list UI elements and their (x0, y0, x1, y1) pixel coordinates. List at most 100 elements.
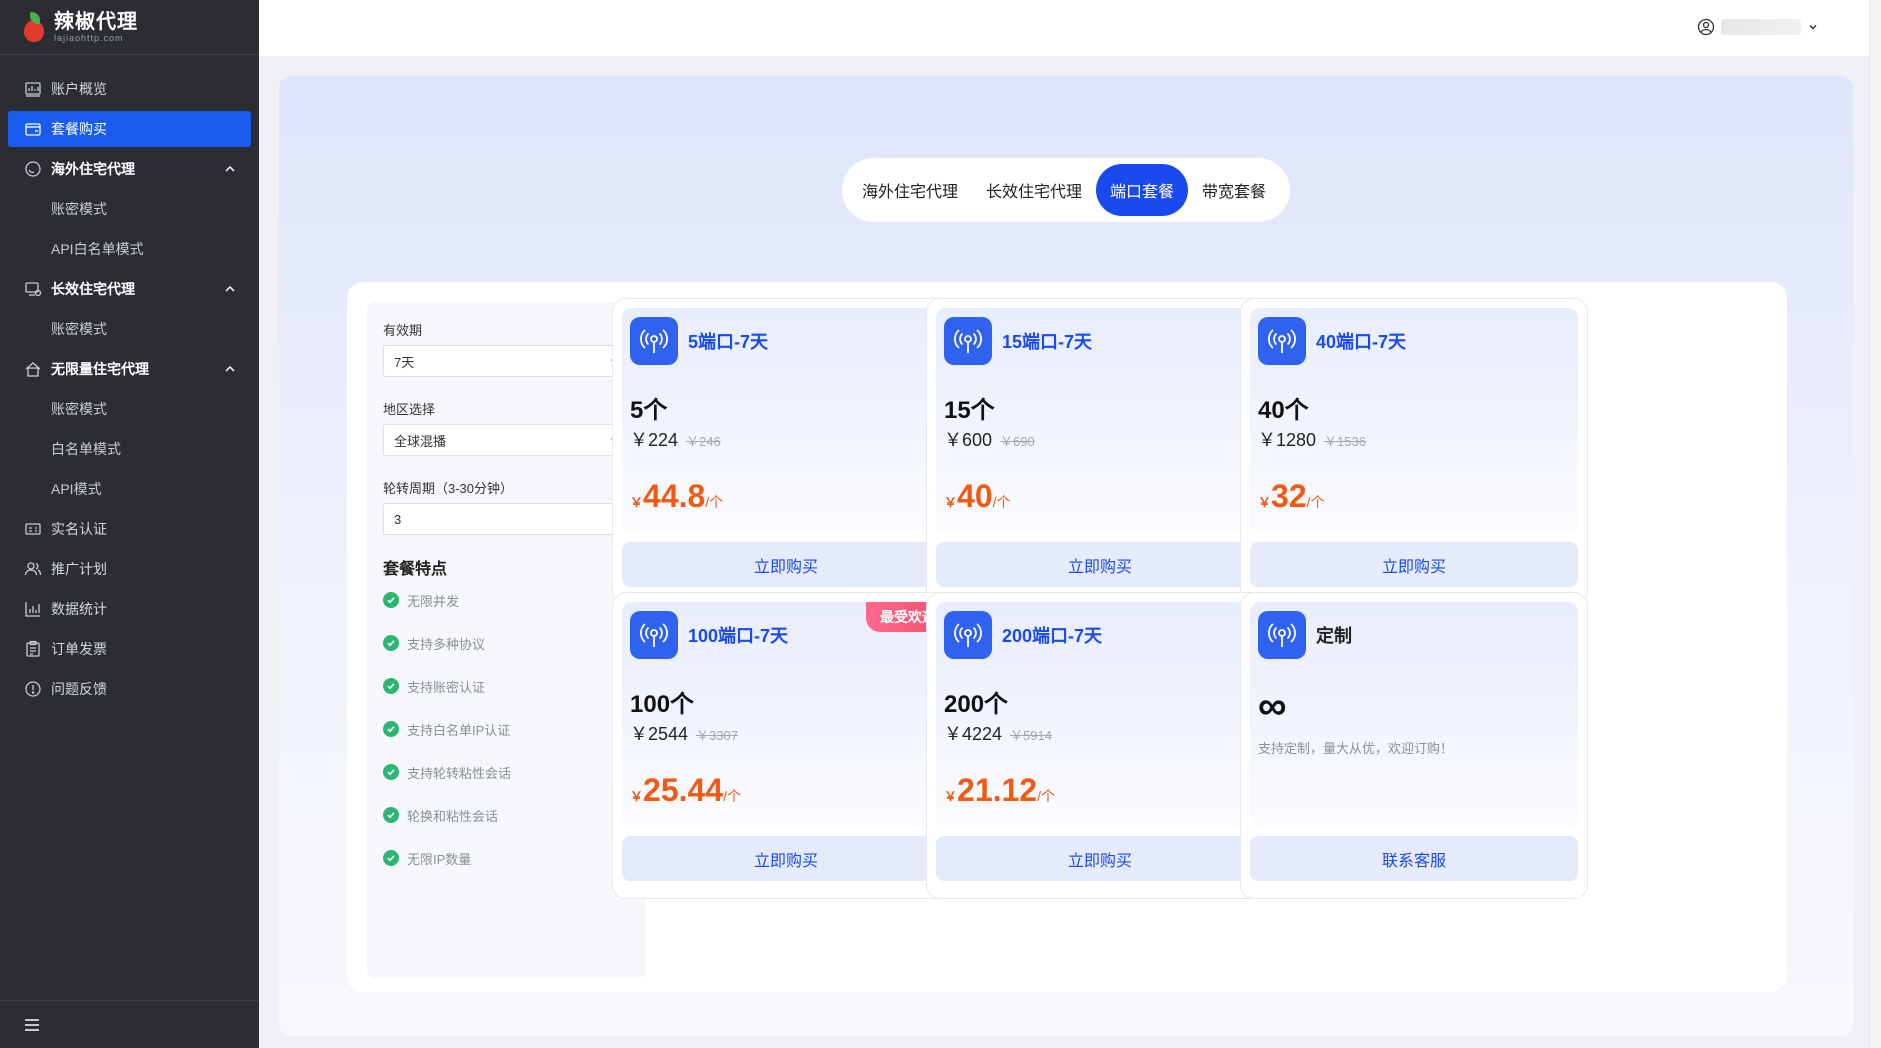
unit-suffix: /个 (1306, 494, 1325, 510)
page-scrollbar[interactable] (1869, 0, 1881, 1048)
product-tabs: 海外住宅代理 长效住宅代理 端口套餐 带宽套餐 (842, 158, 1290, 222)
price-current: ￥224 (630, 430, 679, 450)
sidebar-item-overseas-api-whitelist[interactable]: API白名单模式 (8, 231, 251, 267)
sidebar-group-long-term-residential[interactable]: 长效住宅代理 (8, 271, 251, 307)
package-total-price: ￥224 ￥246 (630, 426, 721, 452)
package-port-count: 200个 (944, 691, 1009, 718)
package-content-card: 有效期 7天 地区选择 全球混播 轮转周期（3-30分钟） 3 套餐特点 无限并… (347, 282, 1787, 992)
check-circle-icon (383, 721, 399, 737)
sidebar-item-long-term-account-mode[interactable]: 账密模式 (8, 311, 251, 347)
users-icon (24, 560, 42, 578)
sidebar-item-overseas-account-mode[interactable]: 账密模式 (8, 191, 251, 227)
brand[interactable]: 辣椒代理 lajiaohttp.com (0, 0, 259, 55)
unit-price-value: 40 (957, 478, 993, 514)
package-port-count: 100个 (630, 691, 695, 718)
package-card-body: 100端口-7天 100个 ￥2544 ￥3307 ￥25.44/个 最受欢迎 (622, 602, 950, 828)
sidebar-group-unlimited-residential[interactable]: 无限量住宅代理 (8, 351, 251, 387)
buy-now-button[interactable]: 立即购买 (936, 542, 1264, 587)
sidebar-item-real-name-verification[interactable]: 实名认证 (8, 511, 251, 547)
price-current: ￥1280 (1258, 430, 1317, 450)
chevron-up-icon (225, 365, 235, 372)
sidebar-item-label: 账密模式 (51, 201, 107, 217)
validity-select[interactable]: 7天 (383, 345, 630, 377)
id-card-icon (24, 520, 42, 538)
sidebar-item-promotion-plan[interactable]: 推广计划 (8, 551, 251, 587)
currency-symbol: ￥ (630, 495, 644, 510)
currency-symbol: ￥ (944, 789, 958, 804)
package-port-count: 15个 (944, 397, 995, 424)
home-icon (24, 360, 42, 378)
sidebar-item-label: 白名单模式 (51, 441, 121, 457)
sidebar-item-feedback[interactable]: 问题反馈 (8, 671, 251, 707)
package-card-body: 定制 ∞ 支持定制，量大从优，欢迎订购！ (1250, 602, 1578, 828)
sidebar-item-unlimited-whitelist-mode[interactable]: 白名单模式 (8, 431, 251, 467)
package-total-price: ￥2544 ￥3307 (630, 720, 738, 746)
currency-symbol: ￥ (944, 495, 958, 510)
tab-long-term-residential[interactable]: 长效住宅代理 (972, 164, 1096, 216)
package-total-price: ￥1280 ￥1536 (1258, 426, 1366, 452)
feature-label: 支持账密认证 (407, 679, 486, 695)
feature-label: 支持轮转粘性会话 (407, 765, 512, 781)
sidebar-item-account-overview[interactable]: 账户概览 (8, 71, 251, 107)
wallet-icon (24, 120, 42, 138)
dashboard-icon (24, 80, 42, 98)
package-card: 定制 ∞ 支持定制，量大从优，欢迎订购！ 联系客服 (1240, 592, 1588, 899)
feature-item: 支持白名单IP认证 (383, 720, 630, 738)
feature-label: 无限IP数量 (407, 851, 472, 867)
package-total-price: ￥600 ￥690 (944, 426, 1035, 452)
tab-port-package[interactable]: 端口套餐 (1096, 164, 1189, 216)
brand-domain: lajiaohttp.com (54, 33, 124, 43)
package-title: 40端口-7天 (1316, 332, 1407, 352)
unit-price-value: 32 (1271, 478, 1307, 514)
sidebar-item-data-statistics[interactable]: 数据统计 (8, 591, 251, 627)
sidebar-item-label: 账密模式 (51, 321, 107, 337)
region-label: 地区选择 (383, 402, 436, 417)
buy-now-button[interactable]: 立即购买 (622, 542, 950, 587)
user-menu[interactable] (1697, 16, 1819, 38)
validity-value: 7天 (394, 354, 415, 370)
check-circle-icon (383, 592, 399, 608)
droplet-icon (24, 160, 42, 178)
region-select[interactable]: 全球混播 (383, 424, 630, 456)
tab-bandwidth-package[interactable]: 带宽套餐 (1188, 164, 1280, 216)
price-current: ￥600 (944, 430, 993, 450)
sidebar-item-label: API模式 (51, 481, 102, 497)
main-panel: 海外住宅代理 长效住宅代理 端口套餐 带宽套餐 有效期 7天 地区选择 全球混播… (279, 76, 1853, 1036)
buy-now-button[interactable]: 立即购买 (1250, 542, 1578, 587)
unit-price-value: 44.8 (643, 478, 706, 514)
sidebar-group-overseas-residential[interactable]: 海外住宅代理 (8, 151, 251, 187)
package-card: 5端口-7天 5个 ￥224 ￥246 ￥44.8/个 立即购买 (612, 298, 960, 605)
sidebar-item-unlimited-api-mode[interactable]: API模式 (8, 471, 251, 507)
price-original: ￥690 (1000, 434, 1035, 449)
sidebar-item-label: 海外住宅代理 (51, 161, 135, 177)
username-redacted (1721, 19, 1801, 35)
filter-panel: 有效期 7天 地区选择 全球混播 轮转周期（3-30分钟） 3 套餐特点 无限并… (367, 302, 646, 978)
broadcast-antenna-icon (944, 317, 992, 365)
sidebar-collapse-toggle[interactable] (0, 1000, 259, 1048)
price-original: ￥3307 (696, 728, 738, 743)
buy-now-button[interactable]: 立即购买 (622, 836, 950, 881)
price-current: ￥4224 (944, 724, 1003, 744)
feature-item: 支持多种协议 (383, 634, 630, 652)
feature-item: 轮换和粘性会话 (383, 806, 630, 824)
sidebar-item-label: 无限量住宅代理 (51, 361, 149, 377)
sidebar-item-order-invoice[interactable]: 订单发票 (8, 631, 251, 667)
feature-item: 支持账密认证 (383, 677, 630, 695)
rotation-input[interactable]: 3 (383, 503, 630, 535)
chevron-down-icon (1809, 24, 1817, 30)
contact-support-button[interactable]: 联系客服 (1250, 836, 1578, 881)
price-original: ￥5914 (1010, 728, 1052, 743)
sidebar-item-label: 数据统计 (51, 601, 107, 617)
broadcast-antenna-icon (1258, 611, 1306, 659)
device-icon (24, 280, 42, 298)
feature-item: 支持轮转粘性会话 (383, 763, 630, 781)
sidebar-item-package-purchase[interactable]: 套餐购买 (8, 111, 251, 147)
validity-label: 有效期 (383, 323, 423, 338)
sidebar-item-label: 订单发票 (51, 641, 107, 657)
sidebar-item-unlimited-account-mode[interactable]: 账密模式 (8, 391, 251, 427)
bar-chart-icon (24, 600, 42, 618)
menu-icon (25, 1018, 39, 1031)
feature-label: 支持多种协议 (407, 636, 486, 652)
tab-overseas-residential[interactable]: 海外住宅代理 (848, 164, 972, 216)
buy-now-button[interactable]: 立即购买 (936, 836, 1264, 881)
